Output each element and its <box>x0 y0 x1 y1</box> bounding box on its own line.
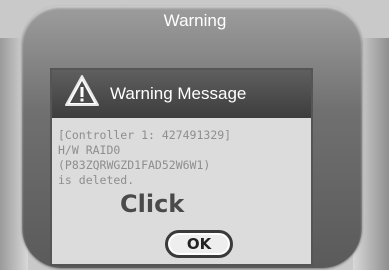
dialog-message: [Controller 1: 427491329] H/W RAID0 (P83… <box>58 128 306 188</box>
message-line: H/W RAID0 <box>58 143 121 157</box>
dialog-header: Warning Message <box>52 70 311 118</box>
warning-triangle-icon <box>64 74 100 108</box>
message-line: is deleted. <box>58 173 135 187</box>
click-annotation: Click <box>120 190 185 218</box>
message-line: (P83ZQRWGZD1FAD52W6W1) <box>58 158 211 172</box>
window-title: Warning <box>163 11 227 30</box>
window-title-bar: Warning <box>60 6 330 36</box>
message-line: [Controller 1: 427491329] <box>58 128 232 142</box>
ok-button[interactable]: OK <box>165 230 233 258</box>
dialog-title: Warning Message <box>110 84 247 103</box>
